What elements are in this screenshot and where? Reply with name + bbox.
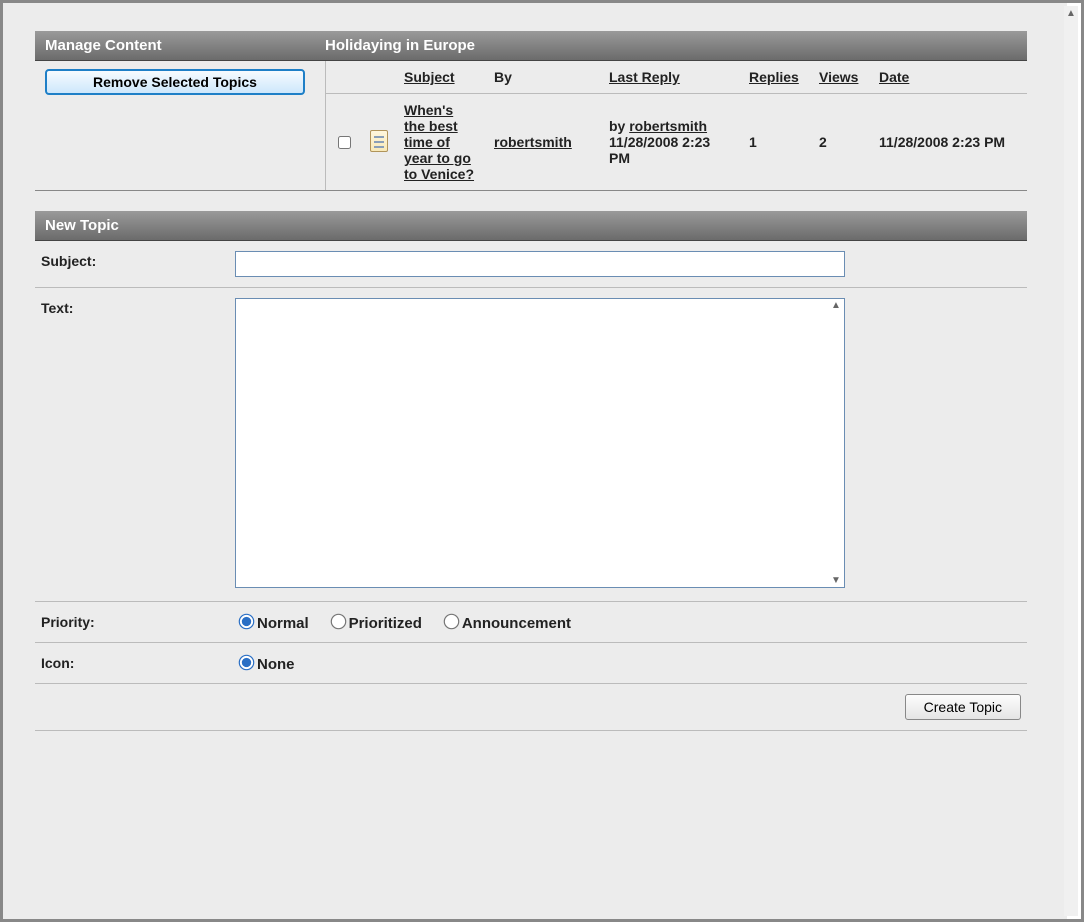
col-last-reply[interactable]: Last Reply — [601, 61, 741, 94]
textarea-scroll-up-icon[interactable]: ▲ — [829, 300, 843, 314]
icon-none-radio[interactable] — [239, 655, 255, 671]
icon-label: Icon: — [35, 653, 235, 673]
priority-prioritized-option[interactable]: Prioritized — [327, 615, 422, 632]
topics-header-row: Subject By Last Reply Replies Views Date — [326, 61, 1027, 94]
priority-row: Priority: Normal Prioritized Announcemen… — [35, 602, 1027, 643]
last-reply-date: 11/28/2008 2:23 PM — [609, 134, 733, 166]
col-icon — [362, 61, 396, 94]
page-scrollbar[interactable]: ▲ — [1064, 6, 1078, 916]
col-subject[interactable]: Subject — [396, 61, 486, 94]
subject-row: Subject: — [35, 241, 1027, 288]
create-topic-button[interactable]: Create Topic — [905, 694, 1021, 720]
last-reply-by-prefix: by — [609, 118, 625, 134]
header-left-title: Manage Content — [45, 37, 325, 54]
post-icon — [370, 130, 388, 152]
remove-selected-button[interactable]: Remove Selected Topics — [45, 69, 305, 95]
last-reply-author-link[interactable]: robertsmith — [629, 118, 707, 134]
header-bar: Manage Content Holidaying in Europe — [35, 31, 1027, 61]
topics-panel: Remove Selected Topics Subject By Last R… — [35, 61, 1027, 191]
priority-announcement-option[interactable]: Announcement — [440, 615, 571, 632]
app-frame: ▲ Manage Content Holidaying in Europe Re… — [0, 0, 1084, 922]
topic-subject-link[interactable]: When's the best time of year to go to Ve… — [404, 102, 474, 182]
col-by: By — [486, 61, 601, 94]
col-replies[interactable]: Replies — [741, 61, 811, 94]
priority-label: Priority: — [35, 612, 235, 632]
col-views[interactable]: Views — [811, 61, 871, 94]
priority-announcement-radio[interactable] — [444, 614, 460, 630]
topic-last-reply: by robertsmith 11/28/2008 2:23 PM — [601, 94, 741, 191]
topic-replies: 1 — [741, 94, 811, 191]
col-date[interactable]: Date — [871, 61, 1027, 94]
header-right-title: Holidaying in Europe — [325, 37, 1017, 54]
text-input[interactable] — [235, 298, 845, 588]
content-area: Manage Content Holidaying in Europe Remo… — [3, 3, 1067, 919]
submit-row: Create Topic — [35, 684, 1027, 731]
topic-date: 11/28/2008 2:23 PM — [871, 94, 1027, 191]
table-row: When's the best time of year to go to Ve… — [326, 94, 1027, 191]
topics-table: Subject By Last Reply Replies Views Date — [326, 61, 1027, 190]
subject-input[interactable] — [235, 251, 845, 277]
topic-author-link[interactable]: robertsmith — [494, 134, 572, 150]
text-row: Text: ▲ ▼ — [35, 288, 1027, 602]
priority-prioritized-radio[interactable] — [330, 614, 346, 630]
new-topic-title: New Topic — [45, 217, 119, 234]
text-label: Text: — [35, 298, 235, 591]
textarea-scroll-down-icon[interactable]: ▼ — [829, 575, 843, 589]
subject-label: Subject: — [35, 251, 235, 277]
topic-views: 2 — [811, 94, 871, 191]
topics-table-wrap: Subject By Last Reply Replies Views Date — [325, 61, 1027, 190]
icon-none-option[interactable]: None — [235, 656, 295, 673]
scroll-up-icon[interactable]: ▲ — [1066, 8, 1076, 18]
new-topic-header: New Topic — [35, 211, 1027, 241]
topics-sidebar: Remove Selected Topics — [35, 61, 325, 190]
priority-normal-option[interactable]: Normal — [235, 615, 309, 632]
icon-row: Icon: None — [35, 643, 1027, 684]
row-checkbox[interactable] — [338, 136, 351, 149]
col-checkbox — [326, 61, 362, 94]
priority-normal-radio[interactable] — [239, 614, 255, 630]
new-topic-section: New Topic Subject: Text: ▲ ▼ — [35, 211, 1027, 731]
